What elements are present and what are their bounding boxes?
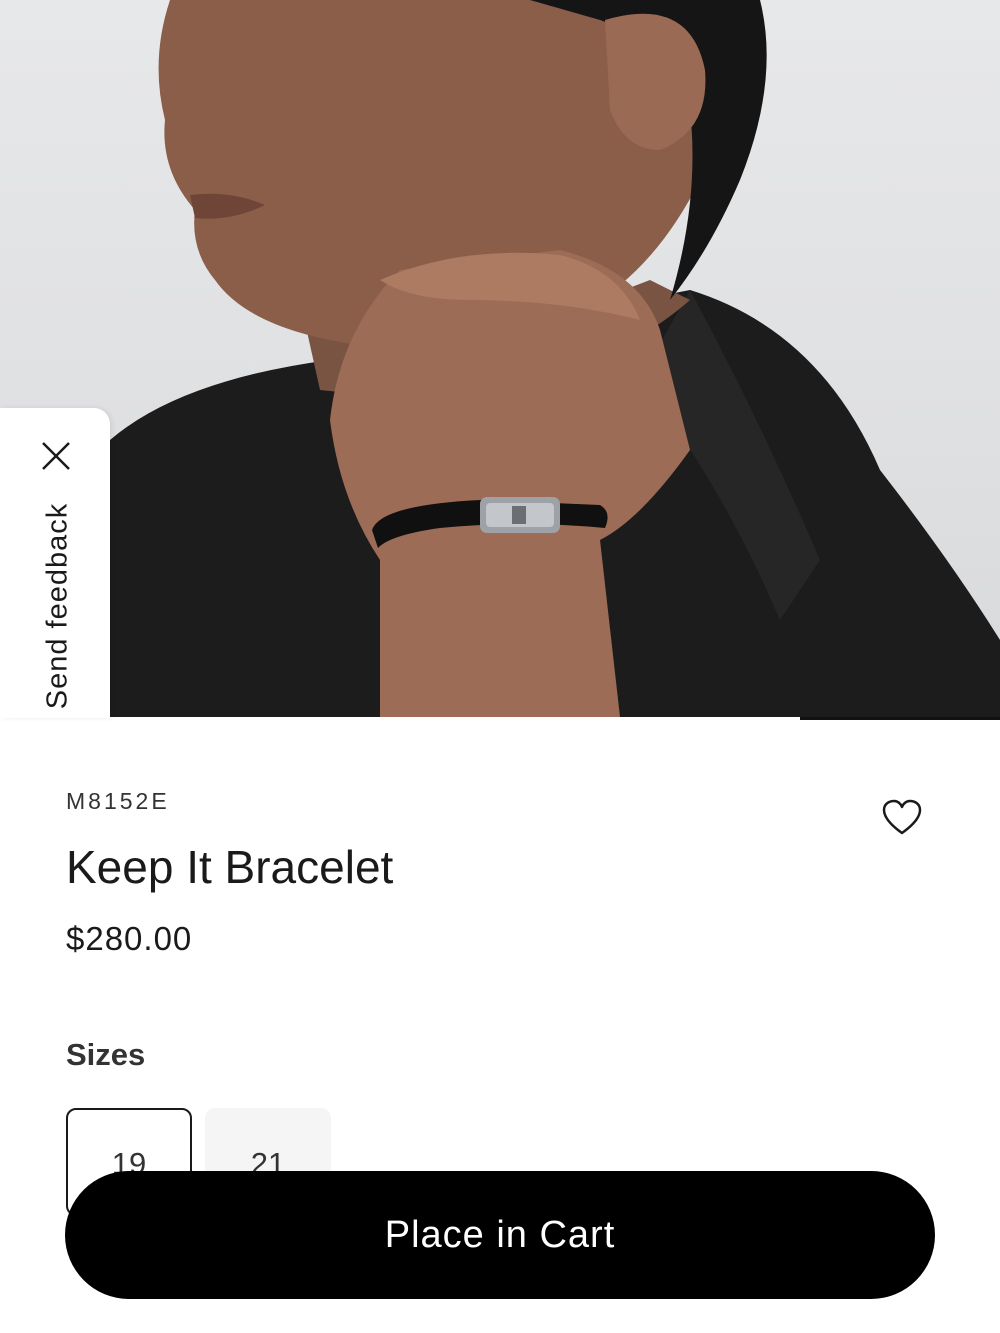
- image-divider: [800, 717, 1000, 720]
- model-photo-illustration: [110, 0, 1000, 717]
- product-price: $280.00: [66, 920, 193, 957]
- place-in-cart-button[interactable]: Place in Cart: [65, 1171, 935, 1299]
- product-sku: M8152E: [66, 788, 170, 814]
- close-icon[interactable]: [40, 440, 72, 472]
- product-title: Keep It Bracelet: [66, 841, 394, 893]
- product-image[interactable]: [0, 0, 1000, 717]
- heart-icon[interactable]: [880, 796, 924, 840]
- sizes-label: Sizes: [66, 1037, 146, 1072]
- send-feedback-label[interactable]: Send feedback: [42, 503, 75, 709]
